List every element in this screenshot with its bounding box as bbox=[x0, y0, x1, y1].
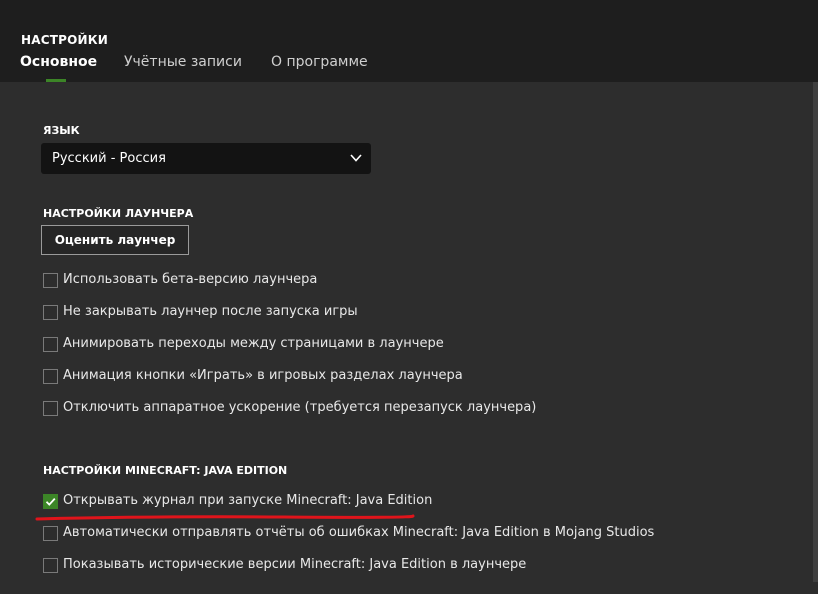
page-title: НАСТРОЙКИ bbox=[21, 33, 109, 47]
tab-general[interactable]: Основное bbox=[20, 54, 97, 70]
option-label: Не закрывать лаунчер после запуска игры bbox=[63, 304, 358, 319]
language-select-value: Русский - Россия bbox=[52, 151, 166, 166]
checkbox[interactable] bbox=[43, 369, 58, 384]
option-label: Использовать бета-версию лаунчера bbox=[63, 272, 318, 287]
settings-header: НАСТРОЙКИ Основное Учётные записи О прог… bbox=[0, 0, 818, 82]
tab-about[interactable]: О программе bbox=[271, 54, 368, 70]
checkbox[interactable] bbox=[43, 526, 58, 541]
active-tab-indicator bbox=[46, 79, 66, 82]
option-label: Анимация кнопки «Играть» в игровых разде… bbox=[63, 368, 463, 383]
option-label: Анимировать переходы между страницами в … bbox=[63, 336, 444, 351]
language-section-title: ЯЗЫК bbox=[43, 124, 80, 137]
option-label: Отключить аппаратное ускорение (требуетс… bbox=[63, 400, 537, 415]
option-label: Показывать исторические версии Minecraft… bbox=[63, 557, 527, 572]
rate-launcher-button[interactable]: Оценить лаунчер bbox=[41, 225, 189, 255]
language-select[interactable]: Русский - Россия bbox=[41, 143, 371, 174]
checkbox[interactable] bbox=[43, 558, 58, 573]
red-underline-annotation bbox=[35, 514, 415, 521]
checkbox[interactable] bbox=[43, 305, 58, 320]
minecraft-section-title: НАСТРОЙКИ MINECRAFT: JAVA EDITION bbox=[43, 464, 288, 477]
tab-accounts[interactable]: Учётные записи bbox=[124, 54, 242, 70]
scrollbar[interactable] bbox=[813, 82, 818, 582]
option-label: Открывать журнал при запуске Minecraft: … bbox=[63, 493, 433, 508]
launcher-section-title: НАСТРОЙКИ ЛАУНЧЕРА bbox=[43, 207, 194, 220]
checkmark-icon bbox=[45, 497, 56, 506]
checkbox[interactable] bbox=[43, 337, 58, 352]
option-label: Автоматически отправлять отчёты об ошибк… bbox=[63, 525, 655, 540]
checkbox[interactable] bbox=[43, 273, 58, 288]
chevron-down-icon bbox=[350, 154, 362, 162]
checkbox[interactable] bbox=[43, 401, 58, 416]
checkbox-checked[interactable] bbox=[43, 494, 58, 509]
